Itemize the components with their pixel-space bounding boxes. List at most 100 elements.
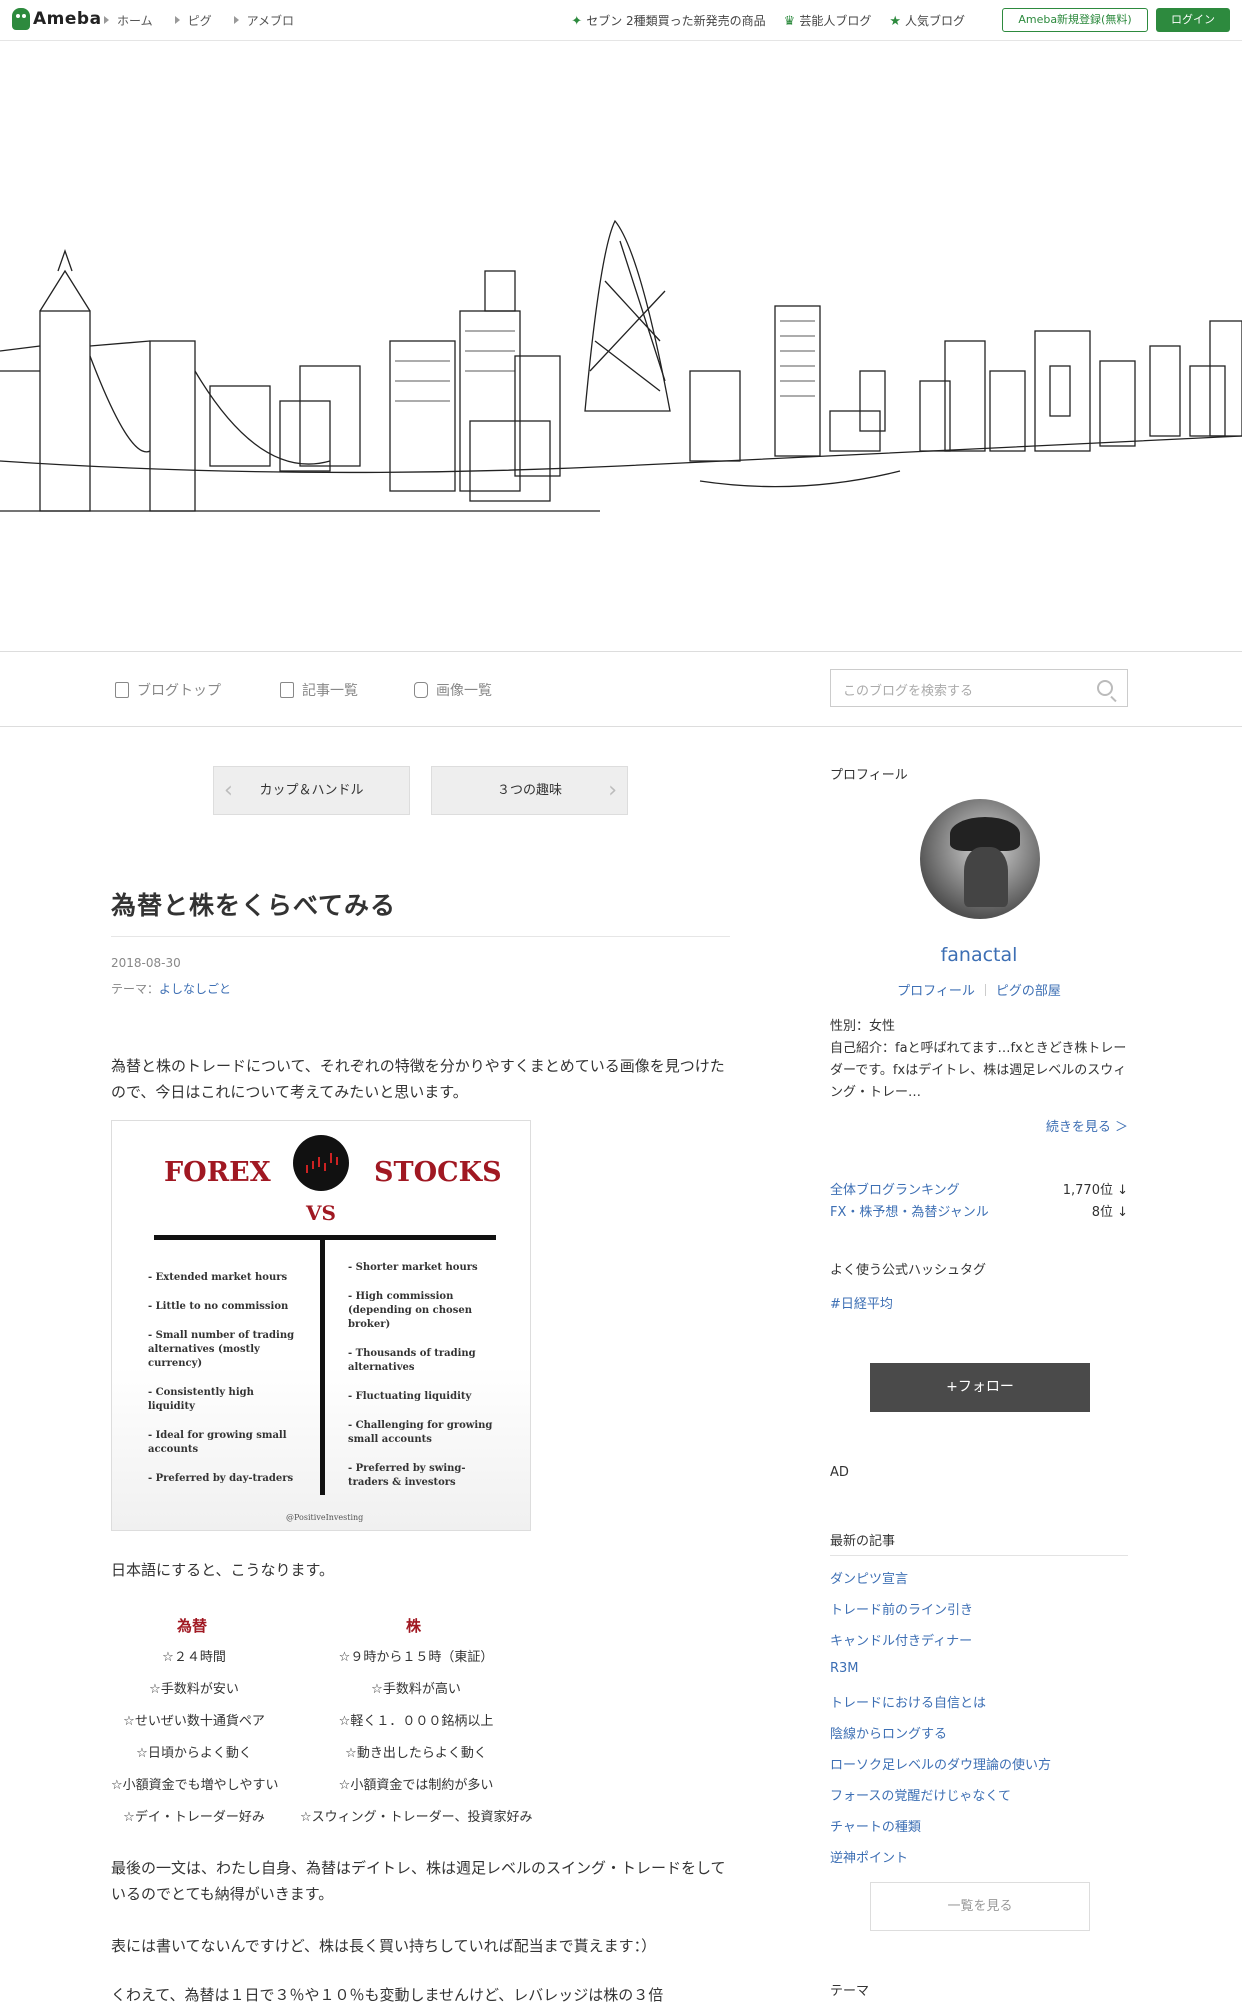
nav-image-list[interactable]: 画像一覧 — [414, 680, 492, 700]
theme-prefix: テーマ： — [111, 982, 160, 996]
global-header: Ameba ホーム ピグ アメブロ ✦ セブン 2種類買った新発売の商品 ♛ 芸能人… — [0, 0, 1242, 41]
link-separator — [984, 984, 986, 996]
blog-search-input[interactable]: このブログを検索する — [830, 669, 1128, 707]
login-button[interactable]: ログイン — [1156, 8, 1230, 32]
profile-gender: 性別：女性 — [830, 1019, 896, 1034]
figure-divider-vertical — [320, 1235, 325, 1495]
recent-article-link[interactable]: 逆神ポイント — [830, 1847, 1051, 1878]
recent-article-link[interactable]: キャンドル付きディナー — [830, 1630, 1051, 1661]
header-link-seven[interactable]: ✦ セブン 2種類買った新発売の商品 — [571, 12, 765, 29]
view-all-articles-button[interactable]: 一覧を見る — [870, 1882, 1090, 1931]
forex-vs-stocks-image[interactable]: FOREX STOCKS VS - Extended market hours … — [111, 1120, 531, 1531]
pigg-room-link[interactable]: ピグの部屋 — [996, 984, 1061, 999]
register-button[interactable]: Ameba新規登録(無料) — [1002, 8, 1148, 32]
figure-stocks-item: - Challenging for growing small accounts — [348, 1420, 493, 1445]
ameba-logo[interactable]: Ameba — [12, 8, 102, 30]
nav-article-list-label[interactable]: 記事一覧 — [302, 680, 358, 700]
figure-forex-item: - Consistently high liquidity — [148, 1387, 254, 1412]
article-paragraph: 表には書いてないんですけど、株は長く買い持ちしていれば配当まで貰えます：） — [111, 1937, 657, 1955]
prev-article-button[interactable]: ‹ カップ＆ハンドル — [213, 766, 410, 815]
next-article-label[interactable]: ３つの趣味 — [497, 783, 562, 798]
article-paragraph: くわえて、為替は１日で３％や１０％も変動しませんけど、レバレッジは株の３倍 — [111, 1986, 664, 2004]
ameba-logo-icon — [12, 8, 30, 30]
chart-globe-icon — [293, 1135, 349, 1191]
next-article-button[interactable]: ３つの趣味 › — [431, 766, 628, 815]
recent-article-link[interactable]: ダンピツ宣言 — [830, 1568, 1051, 1599]
compare-stocks-item: ☆スウィング・トレーダー、投資家好み — [300, 1810, 533, 1825]
header-link-seven-label[interactable]: セブン 2種類買った新発売の商品 — [586, 14, 765, 28]
global-nav-pigg-label[interactable]: ピグ — [188, 14, 212, 28]
chevron-left-icon: ‹ — [224, 778, 233, 803]
recent-article-link[interactable]: ローソク足レベルのダウ理論の使い方 — [830, 1754, 1051, 1785]
compare-forex-item: ☆せいぜい数十通貨ペア — [123, 1714, 265, 1729]
profile-links: プロフィール ピグの部屋 — [830, 980, 1128, 999]
compare-forex-item: ☆日頃からよく動く — [136, 1746, 252, 1761]
figure-stocks-item: - Thousands of trading alternatives — [348, 1348, 476, 1373]
compare-stocks-list: ☆９時から１５時（東証） ☆手数料が高い ☆軽く１．０００銘柄以上 ☆動き出した… — [300, 1646, 533, 1838]
global-nav-pigg[interactable]: ピグ — [174, 12, 212, 29]
blog-search-placeholder: このブログを検索する — [843, 684, 974, 699]
follow-button[interactable]: +フォロー — [870, 1363, 1090, 1412]
search-icon[interactable] — [1097, 680, 1113, 696]
global-nav-home[interactable]: ホーム — [104, 12, 153, 29]
nav-image-list-label[interactable]: 画像一覧 — [436, 680, 492, 700]
recent-article-link[interactable]: チャートの種類 — [830, 1816, 1051, 1847]
theme-link[interactable]: よしなしごと — [159, 982, 231, 996]
figure-stocks-item: - Shorter market hours — [348, 1262, 478, 1273]
figure-forex-list: - Extended market hours - Little to no c… — [148, 1271, 298, 1501]
avatar[interactable] — [920, 799, 1040, 919]
chevron-right-icon: › — [608, 778, 617, 803]
recent-article-link[interactable]: トレードにおける自信とは — [830, 1692, 1051, 1723]
caret-right-icon — [174, 16, 180, 24]
compare-stocks-item: ☆動き出したらよく動く — [345, 1746, 487, 1761]
figure-forex-item: - Extended market hours — [148, 1272, 288, 1283]
ranking-genre-link[interactable]: FX・株予想・為替ジャンル — [830, 1205, 989, 1220]
recent-articles-heading: 最新の記事 — [830, 1534, 896, 1549]
nav-article-list[interactable]: 記事一覧 — [280, 680, 358, 700]
star-icon: ★ — [889, 14, 901, 29]
nav-blog-top[interactable]: ブログトップ — [115, 680, 221, 700]
figure-forex-title: FOREX — [164, 1157, 271, 1188]
figure-stocks-title: STOCKS — [374, 1157, 502, 1188]
figure-divider-horizontal — [154, 1235, 496, 1240]
theme-heading: テーマ — [830, 1984, 870, 1999]
compare-stocks-heading: 株 — [406, 1617, 422, 1635]
blog-header-image[interactable] — [0, 41, 1242, 652]
ranking-overall: 全体ブログランキング 1,770位 ↓ — [830, 1179, 1128, 1198]
compare-forex-heading: 為替 — [177, 1617, 208, 1635]
caret-right-icon — [104, 16, 109, 24]
article-paragraph: 日本語にすると、こうなります。 — [111, 1561, 335, 1579]
header-link-celebrity[interactable]: ♛ 芸能人ブログ — [784, 12, 872, 29]
blogger-name[interactable]: fanactal — [830, 944, 1128, 966]
compare-forex-list: ☆２４時間 ☆手数料が安い ☆せいぜい数十通貨ペア ☆日頃からよく動く ☆小額資… — [111, 1646, 279, 1838]
nav-blog-top-label[interactable]: ブログトップ — [137, 680, 221, 700]
ranking-overall-value: 1,770位 ↓ — [1062, 1183, 1128, 1198]
global-nav-ameblo-label[interactable]: アメブロ — [247, 14, 294, 28]
recent-article-link[interactable]: トレード前のライン引き — [830, 1599, 1051, 1630]
compare-stocks-item: ☆小額資金では制約が多い — [338, 1778, 494, 1793]
figure-stocks-list: - Shorter market hours - High commission… — [348, 1261, 498, 1505]
ranking-genre-value: 8位 ↓ — [1091, 1205, 1128, 1220]
recent-article-link[interactable]: R3M — [830, 1661, 1051, 1692]
prev-article-label[interactable]: カップ＆ハンドル — [259, 783, 363, 798]
header-link-celebrity-label[interactable]: 芸能人ブログ — [799, 14, 871, 28]
recent-article-link[interactable]: 陰線からロングする — [830, 1723, 1051, 1754]
figure-vs: VS — [306, 1201, 336, 1225]
article-title[interactable]: 為替と株をくらべてみる — [111, 886, 396, 922]
hashtag-link[interactable]: #日経平均 — [830, 1293, 893, 1312]
ranking-overall-link[interactable]: 全体ブログランキング — [830, 1183, 960, 1198]
profile-link[interactable]: プロフィール — [897, 984, 975, 999]
blog-nav: ブログトップ 記事一覧 画像一覧 このブログを検索する — [0, 652, 1242, 727]
ad-label: AD — [830, 1465, 849, 1480]
global-nav-ameblo[interactable]: アメブロ — [233, 12, 294, 29]
profile-more-link[interactable]: 続きを見る ＞ — [830, 1116, 1128, 1135]
compare-forex-item: ☆小額資金でも増やしやすい — [111, 1778, 279, 1793]
recent-article-link[interactable]: フォースの覚醒だけじゃなくて — [830, 1785, 1051, 1816]
header-link-popular[interactable]: ★ 人気ブログ — [889, 12, 965, 29]
global-nav-home-label[interactable]: ホーム — [117, 14, 153, 28]
compare-stocks-item: ☆軽く１．０００銘柄以上 — [338, 1714, 494, 1729]
recent-divider — [830, 1555, 1128, 1556]
figure-stocks-item: - Fluctuating liquidity — [348, 1391, 472, 1402]
header-link-popular-label[interactable]: 人気ブログ — [905, 14, 965, 28]
hashtag-heading: よく使う公式ハッシュタグ — [830, 1263, 987, 1278]
